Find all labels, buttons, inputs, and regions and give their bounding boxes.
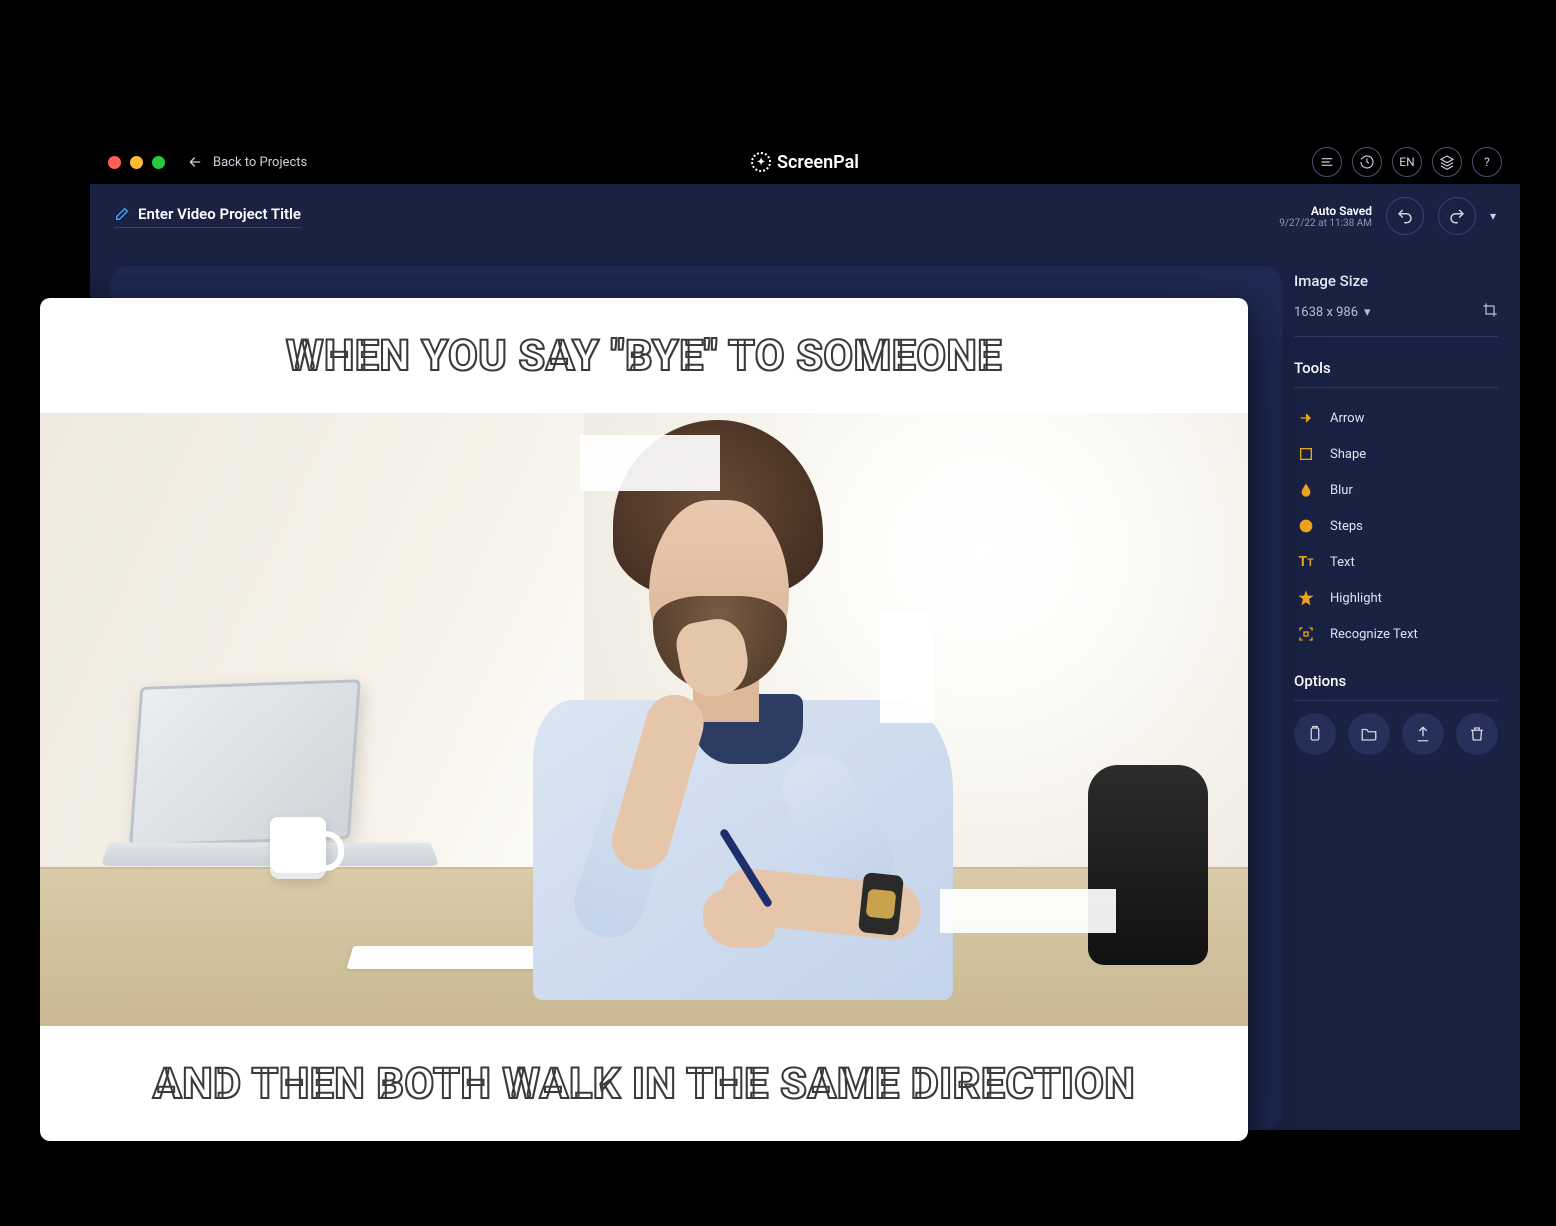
brand-text: ScreenPal — [777, 152, 859, 173]
tool-label: Text — [1330, 555, 1355, 570]
clipboard-icon — [1306, 725, 1324, 743]
edit-icon — [114, 206, 130, 222]
brand-icon: ✦ — [751, 152, 771, 172]
tool-recognize-text[interactable]: Recognize Text — [1294, 616, 1498, 652]
project-title-placeholder: Enter Video Project Title — [138, 205, 301, 223]
tool-label: Shape — [1330, 447, 1366, 462]
stock-photo-scene — [40, 413, 1248, 1026]
tools-header: Tools — [1294, 359, 1498, 388]
steps-icon: 2 — [1296, 516, 1316, 536]
save-status: Auto Saved 9/27/22 at 11:38 AM — [1279, 204, 1372, 229]
tool-text[interactable]: TT Text — [1294, 544, 1498, 580]
recognize-text-icon — [1296, 624, 1316, 644]
layers-icon — [1439, 154, 1455, 170]
layers-button[interactable] — [1432, 147, 1462, 177]
history-button[interactable] — [1352, 147, 1382, 177]
history-icon — [1359, 154, 1375, 170]
language-label: EN — [1399, 155, 1414, 169]
undo-icon — [1396, 207, 1414, 225]
tool-label: Highlight — [1330, 591, 1382, 606]
tool-label: Arrow — [1330, 411, 1364, 426]
shape-icon — [1296, 444, 1316, 464]
project-title-input[interactable]: Enter Video Project Title — [114, 205, 301, 228]
highlight-icon — [1296, 588, 1316, 608]
crop-button[interactable] — [1482, 302, 1498, 322]
subheader: Enter Video Project Title Auto Saved 9/2… — [90, 184, 1520, 248]
menu-lines-icon — [1319, 154, 1335, 170]
tool-steps[interactable]: 2 Steps — [1294, 508, 1498, 544]
titlebar-actions: EN ? — [1312, 147, 1502, 177]
back-button[interactable]: Back to Projects — [187, 154, 307, 170]
meme-preview-card: WHEN YOU SAY "BYE" TO SOMEONE — [40, 298, 1248, 1141]
back-label: Back to Projects — [213, 155, 307, 170]
window-traffic-lights[interactable] — [108, 156, 165, 169]
undo-button[interactable] — [1386, 197, 1424, 235]
arrow-icon — [1296, 408, 1316, 428]
delete-button[interactable] — [1456, 713, 1498, 755]
maximize-window-icon[interactable] — [152, 156, 165, 169]
tool-blur[interactable]: Blur — [1294, 472, 1498, 508]
upload-icon — [1414, 725, 1432, 743]
auto-saved-time: 9/27/22 at 11:38 AM — [1279, 218, 1372, 229]
redo-button[interactable] — [1438, 197, 1476, 235]
folder-icon — [1360, 725, 1378, 743]
subheader-right: Auto Saved 9/27/22 at 11:38 AM ▾ — [1279, 197, 1496, 235]
meme-image — [40, 413, 1248, 1026]
meme-bottom-bar: AND THEN BOTH WALK IN THE SAME DIRECTION — [40, 1026, 1248, 1141]
tool-label: Blur — [1330, 483, 1353, 498]
language-button[interactable]: EN — [1392, 147, 1422, 177]
help-button[interactable]: ? — [1472, 147, 1502, 177]
arrow-left-icon — [187, 154, 203, 170]
close-window-icon[interactable] — [108, 156, 121, 169]
minimize-window-icon[interactable] — [130, 156, 143, 169]
trash-icon — [1468, 725, 1486, 743]
redo-icon — [1448, 207, 1466, 225]
tool-highlight[interactable]: Highlight — [1294, 580, 1498, 616]
folder-button[interactable] — [1348, 713, 1390, 755]
upload-button[interactable] — [1402, 713, 1444, 755]
auto-saved-label: Auto Saved — [1279, 204, 1372, 218]
side-panel: Image Size 1638 x 986 ▾ Tools Arrow Shap… — [1282, 248, 1520, 1130]
help-icon: ? — [1484, 155, 1490, 169]
menu-button[interactable] — [1312, 147, 1342, 177]
options-header: Options — [1294, 672, 1498, 701]
more-dropdown[interactable]: ▾ — [1490, 209, 1496, 223]
svg-text:2: 2 — [1304, 522, 1309, 531]
image-size-value: 1638 x 986 — [1294, 305, 1358, 320]
blur-icon — [1296, 480, 1316, 500]
text-icon: TT — [1296, 552, 1316, 572]
image-size-dropdown[interactable]: 1638 x 986 ▾ — [1294, 305, 1371, 320]
image-size-header: Image Size — [1294, 272, 1498, 290]
options-row — [1294, 713, 1498, 755]
tool-arrow[interactable]: Arrow — [1294, 400, 1498, 436]
titlebar: Back to Projects ✦ ScreenPal EN ? — [90, 140, 1520, 184]
brand-logo: ✦ ScreenPal — [751, 152, 859, 173]
meme-bottom-text: AND THEN BOTH WALK IN THE SAME DIRECTION — [153, 1059, 1135, 1109]
chevron-down-icon: ▾ — [1364, 305, 1371, 320]
tool-label: Recognize Text — [1330, 627, 1418, 642]
meme-top-text: WHEN YOU SAY "BYE" TO SOMEONE — [286, 331, 1002, 381]
image-size-row: 1638 x 986 ▾ — [1294, 302, 1498, 337]
crop-icon — [1482, 302, 1498, 318]
tool-shape[interactable]: Shape — [1294, 436, 1498, 472]
meme-top-bar: WHEN YOU SAY "BYE" TO SOMEONE — [40, 298, 1248, 413]
tool-label: Steps — [1330, 519, 1363, 534]
clipboard-button[interactable] — [1294, 713, 1336, 755]
